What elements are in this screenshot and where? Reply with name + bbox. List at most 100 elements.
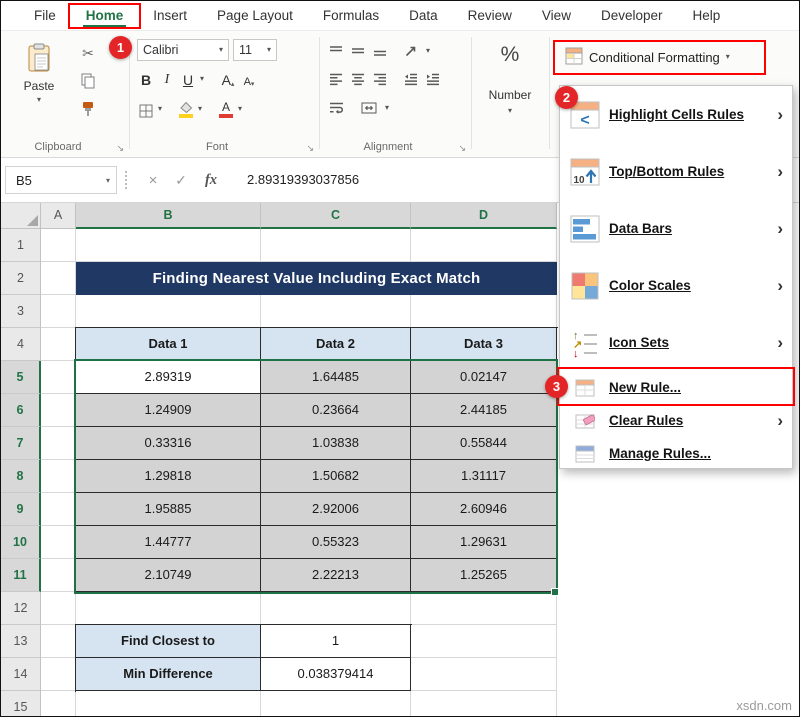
enter-icon[interactable]: ✓ — [169, 166, 193, 194]
insert-function-icon[interactable]: fx — [199, 166, 223, 194]
borders-button[interactable] — [137, 98, 155, 120]
dialog-launcher-icon[interactable]: ↘ — [116, 144, 124, 153]
sheet-title-cell[interactable]: Finding Nearest Value Including Exact Ma… — [76, 262, 557, 295]
cell-B6[interactable]: 1.24909 — [76, 394, 261, 427]
font-size-select[interactable]: 11 ▾ — [233, 39, 277, 61]
row-header-1[interactable]: 1 — [1, 229, 41, 262]
row-header-12[interactable]: 12 — [1, 592, 41, 625]
column-header-D[interactable]: D — [411, 203, 557, 229]
select-all-corner[interactable] — [1, 203, 41, 229]
dialog-launcher-icon[interactable]: ↘ — [458, 144, 466, 153]
row-header-8[interactable]: 8 — [1, 460, 41, 493]
cell-C4[interactable]: Data 2 — [261, 328, 411, 361]
decrease-font-size-button[interactable]: A▾ — [240, 68, 258, 90]
menu-item-clear-rules[interactable]: Clear Rules › — [560, 404, 792, 437]
row-header-2[interactable]: 2 — [1, 262, 41, 295]
align-top-icon[interactable] — [329, 45, 343, 57]
tab-file[interactable]: File — [19, 1, 71, 30]
row-header-11[interactable]: 11 — [1, 559, 41, 592]
align-center-icon[interactable] — [351, 73, 365, 86]
caret-down-icon[interactable]: ▾ — [426, 47, 430, 55]
copy-icon[interactable] — [75, 69, 101, 93]
menu-item-manage-rules[interactable]: Manage Rules... — [560, 437, 792, 470]
font-name-select[interactable]: Calibri ▾ — [137, 39, 229, 61]
cut-scissors-icon[interactable]: ✂ — [75, 41, 101, 65]
cell-B14[interactable]: Min Difference — [76, 658, 261, 691]
cell-C10[interactable]: 0.55323 — [261, 526, 411, 559]
name-box[interactable]: B5 ▾ — [5, 166, 117, 194]
row-header-10[interactable]: 10 — [1, 526, 41, 559]
column-header-C[interactable]: C — [261, 203, 411, 229]
decrease-indent-icon[interactable] — [404, 73, 418, 86]
cell-B13[interactable]: Find Closest to — [76, 625, 261, 658]
wrap-text-icon[interactable] — [329, 102, 344, 114]
bold-button[interactable]: B — [137, 68, 155, 90]
tab-developer[interactable]: Developer — [586, 1, 678, 30]
underline-button[interactable]: U — [179, 68, 197, 90]
caret-down-icon[interactable]: ▾ — [200, 75, 204, 83]
cell-C13[interactable]: 1 — [261, 625, 411, 658]
menu-item-color-scales[interactable]: Color Scales › — [560, 257, 792, 314]
cell-D11[interactable]: 1.25265 — [411, 559, 557, 592]
menu-item-new-rule[interactable]: New Rule... — [560, 371, 792, 404]
tab-formulas[interactable]: Formulas — [308, 1, 394, 30]
caret-down-icon[interactable]: ▾ — [385, 104, 389, 112]
cell-D7[interactable]: 0.55844 — [411, 427, 557, 460]
cell-C11[interactable]: 2.22213 — [261, 559, 411, 592]
cell-C7[interactable]: 1.03838 — [261, 427, 411, 460]
conditional-formatting-button[interactable]: Conditional Formatting ▾ — [559, 43, 736, 71]
cell-D5[interactable]: 0.02147 — [411, 361, 557, 394]
cell-C8[interactable]: 1.50682 — [261, 460, 411, 493]
cell-B4[interactable]: Data 1 — [76, 328, 261, 361]
cell-B10[interactable]: 1.44777 — [76, 526, 261, 559]
cell-D8[interactable]: 1.31117 — [411, 460, 557, 493]
row-header-4[interactable]: 4 — [1, 328, 41, 361]
row-header-9[interactable]: 9 — [1, 493, 41, 526]
row-header-15[interactable]: 15 — [1, 691, 41, 717]
dialog-launcher-icon[interactable]: ↘ — [306, 144, 314, 153]
formula-input[interactable]: 2.89319393037856 — [247, 166, 359, 194]
column-header-B[interactable]: B — [76, 203, 261, 229]
cell-C5[interactable]: 1.64485 — [261, 361, 411, 394]
row-header-6[interactable]: 6 — [1, 394, 41, 427]
paste-button[interactable]: Paste ▾ — [13, 39, 65, 137]
menu-item-data-bars[interactable]: Data Bars › — [560, 200, 792, 257]
row-header-3[interactable]: 3 — [1, 295, 41, 328]
fill-handle[interactable] — [551, 588, 559, 596]
font-color-button[interactable]: A — [217, 98, 235, 120]
italic-button[interactable]: I — [158, 68, 176, 90]
cell-B5[interactable]: 2.89319 — [76, 361, 261, 394]
tab-review[interactable]: Review — [453, 1, 527, 30]
tab-insert[interactable]: Insert — [138, 1, 202, 30]
tab-view[interactable]: View — [527, 1, 586, 30]
percent-style-icon[interactable]: % — [471, 43, 549, 67]
caret-down-icon[interactable]: ▾ — [198, 105, 202, 113]
align-right-icon[interactable] — [373, 73, 387, 86]
menu-item-highlight-cells-rules[interactable]: < Highlight Cells Rules › — [560, 86, 792, 143]
menu-item-icon-sets[interactable]: ↑↗↓ Icon Sets › — [560, 314, 792, 371]
formula-bar-resize-handle[interactable] — [125, 171, 127, 189]
cancel-icon[interactable]: × — [141, 166, 165, 194]
cell-D9[interactable]: 2.60946 — [411, 493, 557, 526]
row-header-13[interactable]: 13 — [1, 625, 41, 658]
cell-C6[interactable]: 0.23664 — [261, 394, 411, 427]
fill-color-button[interactable] — [177, 98, 195, 120]
caret-down-icon[interactable]: ▾ — [471, 106, 549, 115]
name-box-caret-icon[interactable]: ▾ — [106, 176, 110, 185]
cell-B7[interactable]: 0.33316 — [76, 427, 261, 460]
increase-font-size-button[interactable]: A▴ — [219, 68, 237, 90]
tab-page-layout[interactable]: Page Layout — [202, 1, 308, 30]
tab-data[interactable]: Data — [394, 1, 453, 30]
format-painter-icon[interactable] — [75, 97, 101, 121]
column-header-A[interactable]: A — [41, 203, 76, 229]
tab-home[interactable]: Home — [71, 1, 139, 30]
row-header-7[interactable]: 7 — [1, 427, 41, 460]
cell-B9[interactable]: 1.95885 — [76, 493, 261, 526]
align-left-icon[interactable] — [329, 73, 343, 86]
cell-C14[interactable]: 0.038379414 — [261, 658, 411, 691]
cell-D10[interactable]: 1.29631 — [411, 526, 557, 559]
ribbon-group-number[interactable]: % Number ▾ — [471, 31, 549, 157]
align-bottom-icon[interactable] — [373, 45, 387, 57]
increase-indent-icon[interactable] — [426, 73, 440, 86]
orientation-icon[interactable] — [404, 44, 418, 58]
